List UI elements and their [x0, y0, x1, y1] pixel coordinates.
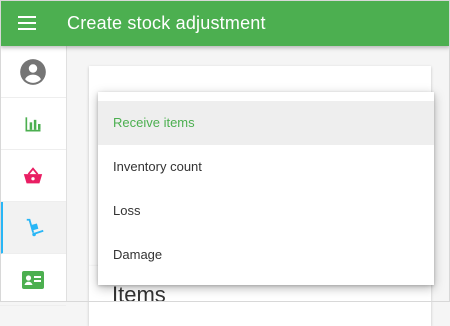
basket-icon: [23, 166, 43, 183]
sidebar: [0, 46, 67, 306]
hand-truck-icon: [26, 218, 44, 236]
page-title: Create stock adjustment: [67, 13, 266, 33]
sidebar-item-stock[interactable]: [0, 202, 66, 254]
menu-item-receive-items[interactable]: Receive items: [98, 101, 434, 145]
reason-dropdown-menu: Receive items Inventory count Loss Damag…: [98, 92, 434, 285]
menu-icon[interactable]: [14, 10, 40, 36]
sidebar-item-sales[interactable]: [0, 150, 66, 202]
bar-chart-icon: [25, 116, 41, 131]
menu-item-inventory-count[interactable]: Inventory count: [98, 145, 434, 189]
app-bar: Create stock adjustment: [0, 0, 450, 46]
sidebar-item-account[interactable]: [0, 46, 66, 98]
account-circle-icon: [20, 58, 46, 85]
sidebar-item-reports[interactable]: [0, 98, 66, 150]
sidebar-item-customers[interactable]: [0, 254, 66, 306]
menu-item-loss[interactable]: Loss: [98, 189, 434, 233]
menu-item-damage[interactable]: Damage: [98, 233, 434, 277]
id-card-icon: [22, 270, 44, 289]
items-heading: Items: [112, 282, 166, 307]
